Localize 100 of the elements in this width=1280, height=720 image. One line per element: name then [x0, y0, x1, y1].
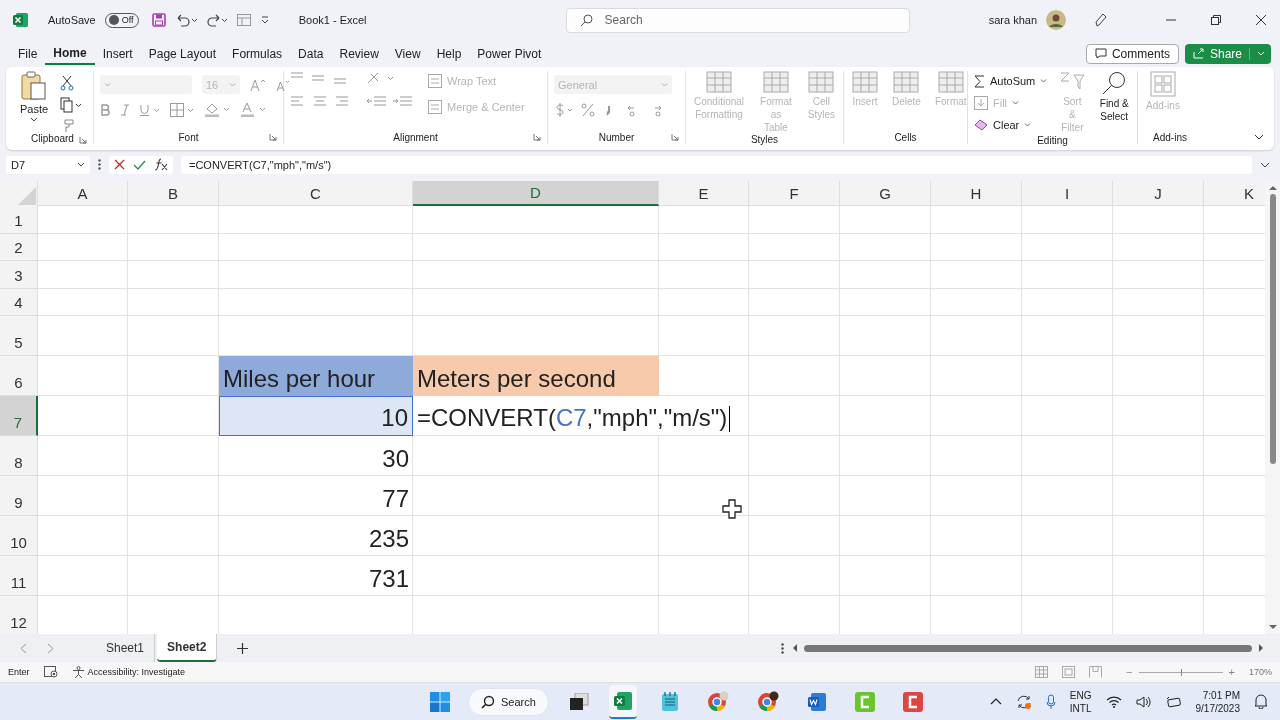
table-cell-text: 235: [367, 524, 410, 554]
menu-tab[interactable]: View: [386, 42, 429, 65]
check-icon[interactable]: [133, 159, 146, 170]
row-header[interactable]: 9: [0, 476, 38, 516]
paste-button[interactable]: Paste: [18, 71, 51, 122]
clock-date[interactable]: 9/17/2023: [1195, 701, 1240, 715]
keyboard-layout[interactable]: INTL: [1069, 701, 1092, 715]
share-button[interactable]: Share: [1184, 43, 1271, 64]
font-color-icon[interactable]: [240, 102, 266, 117]
caret-icon: [1012, 101, 1020, 105]
comment-icon: [1094, 48, 1107, 59]
increase-font-icon[interactable]: [250, 77, 266, 92]
name-box[interactable]: D7: [6, 155, 90, 174]
scroll-up-icon[interactable]: [1268, 185, 1277, 191]
excel-icon[interactable]: [612, 690, 633, 711]
expand-icon[interactable]: [1260, 161, 1270, 168]
taskbar-search[interactable]: Search: [468, 687, 549, 716]
zoom-out-button[interactable]: −: [1126, 666, 1133, 678]
search-icon: [579, 13, 593, 27]
formula-input[interactable]: =CONVERT(C7,"mph","m/s"): [181, 155, 1252, 174]
orientation-icon[interactable]: [366, 71, 396, 85]
row-header[interactable]: 11: [0, 556, 38, 596]
menu-tab[interactable]: Help: [428, 42, 470, 65]
dialog-launcher-icon[interactable]: [269, 133, 277, 141]
dialog-launcher-icon[interactable]: [79, 136, 87, 144]
language-indicator[interactable]: ENG: [1069, 688, 1092, 702]
menu-tab[interactable]: Page Layout: [140, 42, 225, 65]
form-icon[interactable]: [236, 14, 251, 26]
row-header[interactable]: 7: [0, 396, 38, 436]
accessibility-button[interactable]: Accessibility: Investigate: [71, 665, 186, 679]
user-name[interactable]: sara khan: [988, 14, 1037, 26]
menu-tab[interactable]: Review: [331, 42, 387, 65]
save-icon[interactable]: [151, 13, 166, 27]
redo-icon[interactable]: [205, 13, 228, 27]
scissors-icon[interactable]: [60, 75, 75, 91]
pen-icon[interactable]: [1093, 12, 1109, 28]
avatar-icon[interactable]: [1046, 10, 1066, 30]
dialog-launcher-icon[interactable]: [671, 133, 679, 141]
row-header[interactable]: 8: [0, 436, 38, 476]
sheet-tab[interactable]: Sheet2: [157, 634, 218, 662]
fill-color-icon[interactable]: [204, 102, 230, 117]
scroll-right-icon[interactable]: [1258, 644, 1264, 652]
zoom-level[interactable]: 170%: [1248, 667, 1272, 677]
close-icon[interactable]: [1256, 15, 1266, 25]
ribbon-button[interactable]: Clear: [974, 115, 1032, 135]
more-icon[interactable]: [98, 159, 101, 170]
search-field[interactable]: Search: [565, 7, 910, 33]
row-header[interactable]: 12: [0, 596, 38, 634]
macro-record-icon[interactable]: [43, 666, 58, 678]
customize-toolbar-icon[interactable]: [259, 16, 270, 24]
add-sheet-icon[interactable]: [237, 642, 249, 654]
menu-tab[interactable]: Formulas: [224, 42, 291, 65]
scroll-left-icon[interactable]: [792, 644, 798, 652]
function-icon[interactable]: [154, 158, 168, 171]
start-icon[interactable]: [430, 691, 450, 712]
browser-icon[interactable]: [756, 690, 779, 713]
row-header[interactable]: 3: [0, 261, 38, 289]
bold-icon[interactable]: [100, 103, 110, 116]
volume-icon[interactable]: [1135, 695, 1152, 708]
comments-button[interactable]: Comments: [1085, 43, 1179, 64]
word-icon[interactable]: [806, 691, 827, 712]
more-icon[interactable]: [781, 642, 784, 654]
row-header[interactable]: 6: [0, 356, 38, 396]
ribbon-button[interactable]: Find & Select: [1097, 71, 1131, 123]
notepad-icon[interactable]: [660, 691, 679, 712]
copy-icon[interactable]: [60, 97, 83, 113]
menu-tab[interactable]: File: [10, 42, 46, 65]
microphone-icon[interactable]: [1045, 693, 1056, 710]
battery-icon[interactable]: [1165, 695, 1182, 708]
table-cell-text: 731: [367, 564, 410, 594]
editor-icon[interactable]: [902, 691, 923, 712]
row-header[interactable]: 4: [0, 288, 38, 316]
menu-tab[interactable]: Data: [290, 42, 332, 65]
row-header[interactable]: 2: [0, 233, 38, 261]
borders-icon[interactable]: [170, 102, 194, 117]
row-header[interactable]: 5: [0, 316, 38, 356]
chevron-up-icon[interactable]: [989, 698, 1002, 705]
clock-time[interactable]: 7:01 PM: [1202, 688, 1240, 702]
menu-tab[interactable]: Home: [45, 42, 95, 65]
menu-tab[interactable]: Insert: [94, 42, 141, 65]
group-label: Editing: [1037, 135, 1068, 146]
italic-icon[interactable]: [120, 103, 130, 116]
table-icon: [893, 71, 920, 93]
scroll-down-icon[interactable]: [1268, 624, 1277, 630]
cancel-icon[interactable]: [114, 159, 125, 170]
vertical-scrollbar[interactable]: [1265, 181, 1280, 634]
sync-icon[interactable]: [1015, 693, 1032, 710]
dialog-launcher-icon[interactable]: [533, 133, 541, 141]
task-view-icon[interactable]: [568, 692, 589, 711]
notification-icon[interactable]: [1254, 694, 1268, 709]
underline-icon[interactable]: [140, 103, 160, 116]
collapse-ribbon-icon[interactable]: [1254, 134, 1264, 140]
wifi-icon[interactable]: [1105, 695, 1122, 708]
column-header[interactable]: D: [413, 181, 659, 206]
menu-tab[interactable]: Power Pivot: [469, 42, 550, 65]
excel-logo-icon[interactable]: [13, 12, 29, 28]
ribbon-button[interactable]: AutoSum: [974, 71, 1048, 91]
row-header[interactable]: 1: [0, 206, 38, 234]
row-header[interactable]: 10: [0, 516, 38, 556]
restore-icon[interactable]: [1211, 15, 1221, 25]
